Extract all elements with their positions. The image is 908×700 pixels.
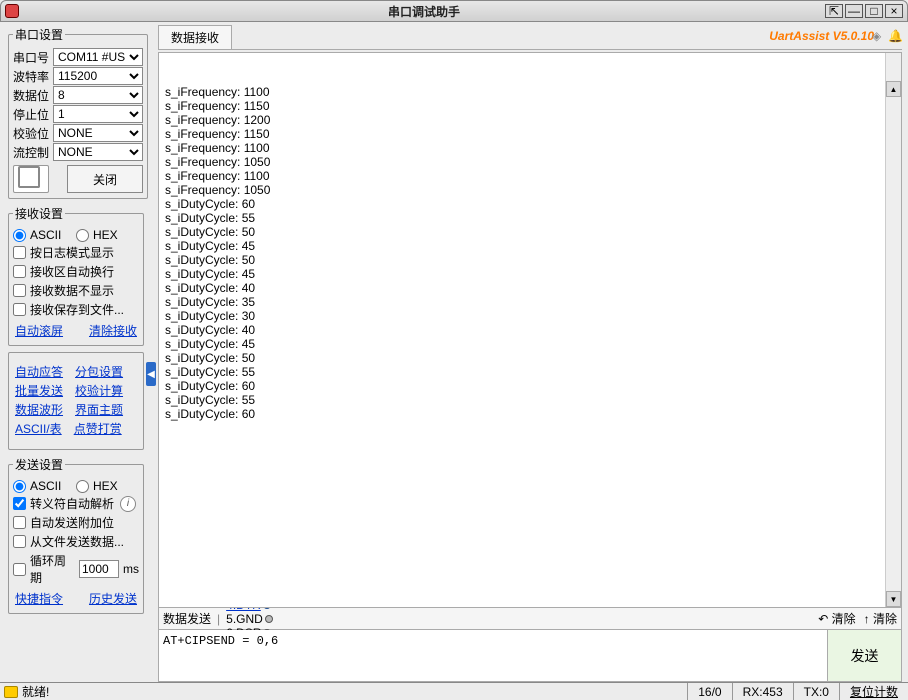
label-parity: 校验位 [13, 125, 53, 142]
cycle-unit: ms [123, 562, 139, 576]
label-flow: 流控制 [13, 144, 53, 161]
clear-recv-link[interactable]: 清除接收 [89, 322, 137, 339]
label-baud: 波特率 [13, 68, 53, 85]
close-window-button[interactable]: × [885, 4, 903, 18]
auto-append-check[interactable] [13, 516, 26, 529]
shortcut-1-1[interactable]: 校验计算 [75, 382, 123, 399]
send-settings-group: 发送设置 ASCII HEX 转义符自动解析 i 自动发送附加位 从文件发送数据.… [8, 456, 144, 614]
recv-opt-2-label: 接收数据不显示 [30, 282, 114, 299]
send-hex-radio[interactable] [76, 480, 89, 493]
recv-opt-3-label: 接收保存到文件... [30, 301, 124, 318]
reset-count-link[interactable]: 复位计数 [839, 683, 908, 700]
titlebar: 串口调试助手 ⇱ — □ × [0, 0, 908, 22]
pin-icon[interactable]: ⇱ [825, 4, 843, 18]
shortcut-3-1[interactable]: 点赞打赏 [74, 420, 122, 437]
clear-send-2[interactable]: ↑ 清除 [864, 610, 897, 627]
send-toolbar: 数据发送 | 1.DCD 2.RXD 3.TXD 4.DTR 5.GND 6.D… [158, 608, 902, 630]
label-stopbits: 停止位 [13, 106, 53, 123]
recv-opt-2-check[interactable] [13, 284, 26, 297]
send-box: 发送 [158, 630, 902, 682]
parity-select[interactable]: NONE [53, 124, 143, 142]
send-from-file-label: 从文件发送数据... [30, 533, 124, 550]
status-ready: 就绪! [22, 683, 49, 700]
label-port: 串口号 [13, 49, 53, 66]
right-panel: 数据接收 UartAssist V5.0.10 ◈ 🔔 s_iFrequency… [158, 22, 908, 682]
status-count: 16/0 [687, 683, 731, 700]
recv-opt-0-label: 按日志模式显示 [30, 244, 114, 261]
baud-select[interactable]: 115200 [53, 67, 143, 85]
port-select[interactable]: COM11 #US [53, 48, 143, 66]
bell-icon[interactable]: 🔔 [888, 29, 902, 43]
status-bar: 就绪! 16/0 RX:453 TX:0 复位计数 [0, 682, 908, 700]
signal-label: 5.GND [226, 612, 263, 626]
send-toolbar-label: 数据发送 [163, 610, 211, 627]
send-ascii-radio[interactable] [13, 480, 26, 493]
shortcut-1-0[interactable]: 批量发送 [15, 382, 63, 399]
port-settings-group: 串口设置 串口号COM11 #US 波特率115200 数据位8 停止位1 校验… [8, 26, 148, 199]
send-settings-legend: 发送设置 [13, 456, 65, 473]
shortcut-2-1[interactable]: 界面主题 [75, 401, 123, 418]
maximize-button[interactable]: □ [865, 4, 883, 18]
brand-label: UartAssist V5.0.10 [769, 29, 874, 43]
signal-dot-icon [265, 615, 273, 623]
recv-opt-0-check[interactable] [13, 246, 26, 259]
recv-settings-group: 接收设置 ASCII HEX 按日志模式显示接收区自动换行接收数据不显示接收保存… [8, 205, 144, 346]
info-icon[interactable]: i [120, 496, 136, 512]
tab-data-recv[interactable]: 数据接收 [158, 25, 232, 49]
cycle-label: 循环周期 [30, 552, 75, 586]
shortcut-0-1[interactable]: 分包设置 [75, 363, 123, 380]
clear-send-1[interactable]: ↶ 清除 [818, 610, 855, 627]
escape-parse-check[interactable] [13, 497, 26, 510]
send-from-file-check[interactable] [13, 535, 26, 548]
recv-hex-label: HEX [93, 228, 118, 242]
label-databits: 数据位 [13, 87, 53, 104]
recv-ascii-label: ASCII [30, 228, 61, 242]
databits-select[interactable]: 8 [53, 86, 143, 104]
flow-select[interactable]: NONE [53, 143, 143, 161]
scrollbar[interactable]: ▲ ▼ [885, 53, 901, 607]
status-icon [4, 686, 18, 698]
scroll-down-icon[interactable]: ▼ [886, 591, 901, 607]
close-port-button[interactable]: 关闭 [67, 165, 143, 193]
status-tx: TX:0 [793, 683, 839, 700]
recv-opt-1-check[interactable] [13, 265, 26, 278]
autoscroll-link[interactable]: 自动滚屏 [15, 322, 63, 339]
send-hex-label: HEX [93, 479, 118, 493]
tab-bar: 数据接收 UartAssist V5.0.10 ◈ 🔔 [158, 26, 902, 50]
app-icon [5, 4, 19, 18]
left-panel: 串口设置 串口号COM11 #US 波特率115200 数据位8 停止位1 校验… [0, 22, 148, 682]
stopbits-select[interactable]: 1 [53, 105, 143, 123]
minimize-button[interactable]: — [845, 4, 863, 18]
shortcut-0-0[interactable]: 自动应答 [15, 363, 63, 380]
signal-gnd: 5.GND [226, 612, 273, 626]
send-ascii-label: ASCII [30, 479, 61, 493]
history-send-link[interactable]: 历史发送 [89, 590, 137, 607]
shortcut-2-0[interactable]: 数据波形 [15, 401, 63, 418]
recv-opt-3-check[interactable] [13, 303, 26, 316]
recv-ascii-radio[interactable] [13, 229, 26, 242]
data-receive-area[interactable]: s_iFrequency: 1100 s_iFrequency: 1150 s_… [158, 52, 902, 608]
recv-opt-1-label: 接收区自动换行 [30, 263, 114, 280]
auto-append-label: 自动发送附加位 [30, 514, 114, 531]
send-textarea[interactable] [159, 630, 827, 681]
escape-parse-label: 转义符自动解析 [30, 495, 114, 512]
send-button[interactable]: 发送 [827, 630, 901, 681]
shortcut-3-0[interactable]: ASCII/表 [15, 420, 62, 437]
port-settings-legend: 串口设置 [13, 26, 65, 43]
recv-settings-legend: 接收设置 [13, 205, 65, 222]
window-title: 串口调试助手 [25, 3, 823, 20]
cycle-check[interactable] [13, 563, 26, 576]
diamond-icon[interactable]: ◈ [872, 29, 886, 43]
cycle-input[interactable] [79, 560, 119, 578]
port-status-icon[interactable] [13, 165, 49, 193]
data-text: s_iFrequency: 1100 s_iFrequency: 1150 s_… [165, 85, 895, 421]
quick-cmd-link[interactable]: 快捷指令 [15, 590, 63, 607]
splitter[interactable]: ◀ [148, 22, 158, 682]
shortcuts-group: 自动应答分包设置批量发送校验计算数据波形界面主题 ASCII/表点赞打赏 [8, 352, 144, 450]
status-rx: RX:453 [732, 683, 793, 700]
collapse-handle-icon[interactable]: ◀ [146, 362, 156, 386]
recv-hex-radio[interactable] [76, 229, 89, 242]
